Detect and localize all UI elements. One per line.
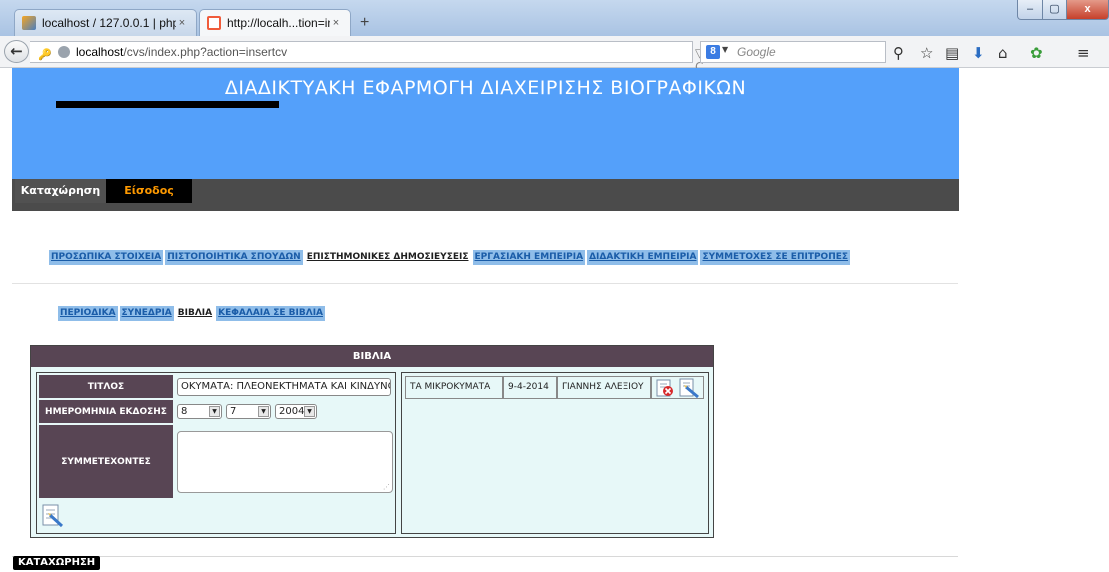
site-title: ΔΙΑΔΙΚΤΥΑΚΗ ΕΦΑΡΜΟΓΗ ΔΙΑΧΕΙΡΙΣΗΣ ΒΙΟΓΡΑΦ… — [224, 77, 747, 99]
tab-personal[interactable]: ΠΡΟΣΩΠΙΚΑ ΣΤΟΙΧΕΙΑ — [49, 250, 164, 265]
reading-list-icon[interactable]: ▤ — [945, 44, 959, 62]
book-author-cell: ΓΙΑΝΝΗΣ ΑΛΕΞΙΟΥ — [557, 376, 651, 399]
title-label: ΤΙΤΛΟΣ — [39, 375, 173, 398]
month-select[interactable]: 7 ▼ — [226, 404, 271, 419]
search-engine-icon[interactable]: 8 — [706, 45, 720, 59]
edit-icon[interactable] — [678, 378, 700, 398]
search-input[interactable]: 8 ▼ Google — [700, 41, 886, 63]
window-minimize-button[interactable]: – — [1017, 0, 1043, 20]
menu-item-register[interactable]: Καταχώρηση — [15, 179, 106, 203]
delete-icon[interactable] — [655, 378, 677, 398]
search-icon[interactable]: ⚲ — [893, 44, 904, 62]
tab-conferences[interactable]: ΣΥΝΕΔΡΙΑ — [119, 306, 174, 321]
tab-close-icon[interactable]: × — [176, 17, 188, 29]
phpmyadmin-favicon-icon — [22, 16, 36, 30]
tab-teaching-experience[interactable]: ΔΙΔΑΚΤΙΚΗ ΕΜΠΕΙΡΙΑ — [587, 250, 699, 265]
books-panel: ΒΙΒΛΙΑ ΤΙΤΛΟΣ ΟΚΥΜΑΤΑ: ΠΛΕΟΝΕΚΤΗΜΑΤΑ ΚΑΙ… — [30, 345, 714, 538]
year-value: 2004 — [279, 406, 305, 417]
globe-icon — [58, 46, 70, 58]
home-icon[interactable]: ⌂ — [998, 44, 1008, 62]
identity-icon[interactable]: 🔑 — [38, 45, 52, 65]
main-menu: Καταχώρηση Είσοδος — [12, 179, 959, 211]
subsection-tabs: ΠΕΡΙΟΔΙΚΑ ΣΥΝΕΔΡΙΑ ΒΙΒΛΙΑ ΚΕΦΑΛΑΙΑ ΣΕ ΒΙ… — [58, 306, 326, 321]
tab-book-chapters[interactable]: ΚΕΦΑΛΑΙΑ ΣΕ ΒΙΒΛΙΑ — [216, 306, 326, 321]
year-select[interactable]: 2004 ▼ — [275, 404, 317, 419]
day-value: 8 — [181, 406, 188, 417]
tab-close-icon[interactable]: × — [330, 17, 342, 29]
back-button[interactable]: ← — [4, 40, 29, 63]
menu-icon[interactable]: ≡ — [1077, 44, 1090, 62]
chevron-down-icon[interactable]: ▼ — [304, 406, 315, 417]
page-favicon-icon — [207, 16, 221, 30]
books-header: ΒΙΒΛΙΑ — [31, 346, 713, 367]
tab-committees[interactable]: ΣΥΜΜΕΤΟΧΕΣ ΣΕ ΕΠΙΤΡΟΠΕΣ — [700, 250, 851, 265]
redacted-bar — [56, 101, 279, 108]
download-icon[interactable]: ⬇ — [972, 44, 985, 62]
tab-degrees[interactable]: ΠΙΣΤΟΠΟΙΗΤΙΚΑ ΣΠΟΥΔΩΝ — [165, 250, 303, 265]
new-tab-button[interactable]: + — [360, 14, 369, 32]
tab-publications[interactable]: ΕΠΙΣΤΗΜΟΝΙΚΕΣ ΔΗΜΟΣΙΕΥΣΕΙΣ — [305, 250, 471, 265]
browser-titlebar: localhost / 127.0.0.1 | php... × http://… — [0, 0, 1109, 36]
book-form: ΤΙΤΛΟΣ ΟΚΥΜΑΤΑ: ΠΛΕΟΝΕΚΤΗΜΑΤΑ ΚΑΙ ΚΙΝΔΥΝ… — [36, 372, 396, 534]
site-banner: ΔΙΑΔΙΚΤΥΑΚΗ ΕΦΑΡΜΟΓΗ ΔΙΑΧΕΙΡΙΣΗΣ ΒΙΟΓΡΑΦ… — [12, 68, 959, 179]
participants-label: ΣΥΜΜΕΤΕΧΟΝΤΕΣ — [39, 425, 173, 498]
book-date-cell: 9-4-2014 — [503, 376, 557, 399]
tab-work-experience[interactable]: ΕΡΓΑΣΙΑΚΗ ΕΜΠΕΙΡΙΑ — [472, 250, 586, 265]
search-placeholder: Google — [737, 45, 776, 59]
save-edit-icon[interactable] — [40, 503, 65, 528]
bookmark-star-icon[interactable]: ☆ — [920, 44, 933, 62]
resize-grip-icon[interactable]: ⋰ — [383, 483, 390, 491]
books-list: ΤΑ ΜΙΚΡΟΚΥΜΑΤΑ 9-4-2014 ΓΙΑΝΝΗΣ ΑΛΕΞΙΟΥ — [401, 372, 709, 534]
participants-textarea[interactable]: ⋰ — [177, 431, 393, 493]
book-actions-cell — [651, 376, 704, 399]
submit-button[interactable]: ΚΑΤΑΧΩΡΗΣΗ — [13, 556, 101, 570]
url-text: localhost/cvs/index.php?action=insertcv — [76, 45, 288, 59]
tab-title: http://localh...tion=insertcv — [227, 16, 330, 30]
window-close-button[interactable]: x — [1066, 0, 1109, 20]
window-maximize-button[interactable]: ▢ — [1042, 0, 1067, 20]
book-title-cell: ΤΑ ΜΙΚΡΟΚΥΜΑΤΑ — [405, 376, 503, 399]
month-value: 7 — [230, 406, 237, 417]
menu-item-login[interactable]: Είσοδος — [106, 179, 192, 203]
browser-tab-phpmyadmin[interactable]: localhost / 127.0.0.1 | php... × — [14, 9, 197, 36]
browser-tab-insertcv[interactable]: http://localh...tion=insertcv × — [199, 9, 351, 36]
day-select[interactable]: 8 ▼ — [177, 404, 222, 419]
chevron-down-icon[interactable]: ▼ — [722, 45, 728, 54]
title-input[interactable]: ΟΚΥΜΑΤΑ: ΠΛΕΟΝΕΚΤΗΜΑΤΑ ΚΑΙ ΚΙΝΔΥΝΟΙ — [177, 378, 391, 396]
url-bar[interactable]: 🔑 localhost/cvs/index.php?action=insertc… — [30, 41, 704, 74]
chevron-down-icon[interactable]: ▼ — [258, 406, 269, 417]
chevron-down-icon[interactable]: ▼ — [209, 406, 220, 417]
browser-navbar: ← 🔑 localhost/cvs/index.php?action=inser… — [0, 36, 1109, 74]
section-tabs: ΠΡΟΣΩΠΙΚΑ ΣΤΟΙΧΕΙΑ ΠΙΣΤΟΠΟΙΗΤΙΚΑ ΣΠΟΥΔΩΝ… — [49, 250, 851, 265]
tab-title: localhost / 127.0.0.1 | php... — [42, 16, 176, 30]
tab-books[interactable]: ΒΙΒΛΙΑ — [176, 306, 214, 321]
tab-journals[interactable]: ΠΕΡΙΟΔΙΚΑ — [58, 306, 118, 321]
date-label: ΗΜΕΡΟΜΗΝΙΑ ΕΚΔΟΣΗΣ — [39, 400, 173, 423]
addon-icon[interactable]: ✿ — [1030, 44, 1043, 62]
